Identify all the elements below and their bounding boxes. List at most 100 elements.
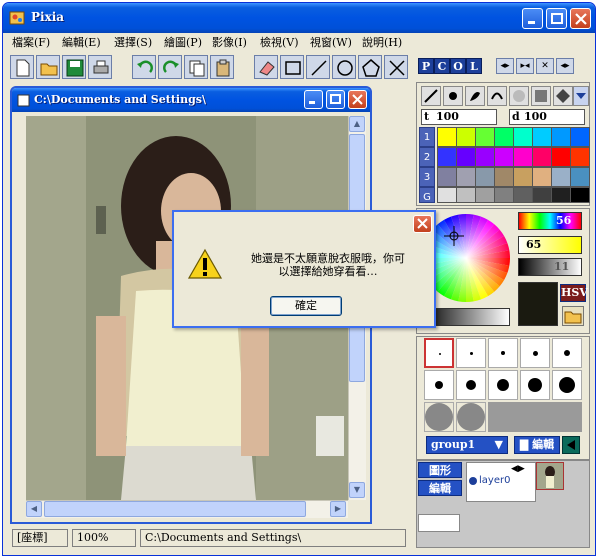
palette-row-3[interactable]: 3	[419, 167, 435, 187]
menu-select[interactable]: 選擇(S)	[114, 34, 152, 50]
palette-swatch[interactable]	[513, 147, 533, 167]
panel-expand-button[interactable]: ◂▸	[496, 58, 514, 74]
eraser-brush-button[interactable]	[553, 86, 573, 106]
palette-swatch[interactable]	[513, 167, 533, 187]
palette-row-g[interactable]: G	[419, 187, 435, 203]
brush-size-option[interactable]	[424, 338, 454, 368]
palette-swatch[interactable]	[437, 187, 457, 203]
brush-size-option[interactable]	[456, 402, 486, 432]
airbrush-button[interactable]	[465, 86, 485, 106]
palette-swatch[interactable]	[532, 127, 552, 147]
layer-visible-icon[interactable]	[469, 477, 477, 485]
blur-tool-button[interactable]	[509, 86, 529, 106]
palette-swatch[interactable]	[456, 187, 476, 203]
lasso-tool-button[interactable]	[487, 86, 507, 106]
close-button[interactable]	[570, 8, 591, 29]
scroll-left-button[interactable]: ◀	[26, 501, 42, 517]
layer-thumbnail[interactable]	[536, 462, 564, 490]
scroll-right-button[interactable]: ▶	[330, 501, 346, 517]
stamp-tool-button[interactable]	[531, 86, 551, 106]
layer-opacity-field[interactable]	[418, 514, 460, 532]
luminance-slider[interactable]	[518, 258, 582, 276]
palette-swatch[interactable]	[456, 127, 476, 147]
palette-swatch[interactable]	[437, 127, 457, 147]
palette-swatch[interactable]	[551, 127, 571, 147]
palette-swatch[interactable]	[494, 187, 514, 203]
cross-tool-button[interactable]	[384, 55, 408, 79]
document-maximize-button[interactable]	[326, 90, 345, 109]
palette-swatch[interactable]	[494, 167, 514, 187]
scroll-down-button[interactable]: ▼	[349, 482, 365, 498]
new-button[interactable]	[10, 55, 34, 79]
document-title-bar[interactable]: C:\Documents and Settings\	[12, 88, 370, 112]
document-minimize-button[interactable]	[304, 90, 323, 109]
palette-swatch[interactable]	[532, 147, 552, 167]
scroll-up-button[interactable]: ▲	[349, 116, 365, 132]
palette-swatch[interactable]	[513, 187, 533, 203]
polygon-tool-button[interactable]	[358, 55, 382, 79]
brush-size-option[interactable]	[552, 370, 582, 400]
copy-button[interactable]	[184, 55, 208, 79]
current-color-swatch[interactable]	[518, 282, 558, 326]
menu-image[interactable]: 影像(I)	[212, 34, 247, 50]
rectangle-tool-button[interactable]	[280, 55, 304, 79]
palette-swatch[interactable]	[532, 187, 552, 203]
shape-button[interactable]: 圖形	[418, 462, 462, 478]
maximize-button[interactable]	[546, 8, 567, 29]
print-button[interactable]	[88, 55, 112, 79]
palette-swatch[interactable]	[437, 167, 457, 187]
layer-row[interactable]: ◀▶ layer0	[466, 462, 536, 502]
brush-menu-button[interactable]	[573, 86, 589, 106]
palette-swatch[interactable]	[551, 167, 571, 187]
panel-tab-l[interactable]: L	[466, 58, 482, 74]
open-button[interactable]	[36, 55, 60, 79]
title-bar[interactable]: Pixia	[3, 3, 595, 33]
brush-size-option[interactable]	[456, 370, 486, 400]
brush-custom-area[interactable]	[488, 402, 582, 432]
ellipse-tool-button[interactable]	[332, 55, 356, 79]
group-select[interactable]: group1 ▼	[426, 436, 508, 454]
menu-draw[interactable]: 繪圖(P)	[164, 34, 202, 50]
palette-swatch[interactable]	[437, 147, 457, 167]
eraser-tool-button[interactable]	[254, 55, 278, 79]
line-tool-button[interactable]	[306, 55, 330, 79]
palette-swatch[interactable]	[475, 127, 495, 147]
horizontal-scroll-thumb[interactable]	[44, 501, 306, 517]
panel-tab-p[interactable]: P	[418, 58, 434, 74]
document-close-button[interactable]	[348, 90, 367, 109]
palette-row-2[interactable]: 2	[419, 147, 435, 167]
panel-close-button[interactable]: ✕	[536, 58, 554, 74]
palette-swatch[interactable]	[475, 167, 495, 187]
palette-swatch[interactable]	[456, 147, 476, 167]
brush-size-option[interactable]	[424, 402, 454, 432]
palette-swatch[interactable]	[532, 167, 552, 187]
color-folder-button[interactable]	[562, 306, 584, 326]
palette-swatch[interactable]	[570, 187, 590, 203]
panel-tab-c[interactable]: C	[434, 58, 450, 74]
brush-size-option[interactable]	[456, 338, 486, 368]
menu-help[interactable]: 說明(H)	[362, 34, 402, 50]
menu-file[interactable]: 檔案(F)	[12, 34, 50, 50]
undo-button[interactable]	[132, 55, 156, 79]
palette-swatch[interactable]	[570, 127, 590, 147]
palette-swatch[interactable]	[551, 187, 571, 203]
paste-button[interactable]	[210, 55, 234, 79]
brush-size-option[interactable]	[488, 370, 518, 400]
palette-swatch[interactable]	[475, 187, 495, 203]
density-field[interactable]: d 100	[509, 109, 585, 125]
hsv-mode-button[interactable]: HSV	[560, 284, 588, 302]
palette-swatch[interactable]	[494, 147, 514, 167]
ok-button[interactable]: 確定	[270, 296, 342, 316]
palette-swatch[interactable]	[475, 147, 495, 167]
group-arrow-button[interactable]	[562, 436, 580, 454]
minimize-button[interactable]	[522, 8, 543, 29]
palette-swatch[interactable]	[570, 167, 590, 187]
menu-edit[interactable]: 編輯(E)	[62, 34, 101, 50]
dialog-close-button[interactable]	[413, 215, 432, 233]
brush-size-option[interactable]	[520, 370, 550, 400]
dot-brush-button[interactable]	[443, 86, 463, 106]
horizontal-scrollbar[interactable]: ◀ ▶	[26, 500, 348, 518]
brush-size-option[interactable]	[520, 338, 550, 368]
palette-row-1[interactable]: 1	[419, 127, 435, 147]
redo-button[interactable]	[158, 55, 182, 79]
